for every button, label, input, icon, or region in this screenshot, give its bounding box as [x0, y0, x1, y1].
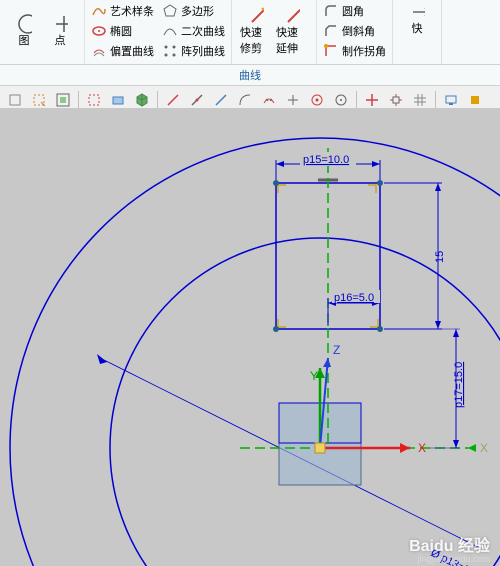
svg-text:X: X	[480, 441, 488, 455]
offset-curve-label: 偏置曲线	[110, 43, 154, 59]
dim-p15-group: p15=10.0	[276, 152, 380, 180]
spline-icon	[91, 3, 107, 19]
point-label: 点	[55, 32, 66, 48]
make-corner-button[interactable]: 制作拐角	[323, 42, 386, 60]
dim-side-group: 15	[384, 183, 446, 329]
svg-text:15: 15	[434, 251, 446, 263]
dim-p17-group: p17=15.0	[384, 329, 465, 448]
circle-icon	[16, 16, 32, 32]
svg-text:Y: Y	[310, 369, 318, 383]
chamfer-button[interactable]: 倒斜角	[323, 22, 386, 40]
outer-circle	[10, 138, 500, 566]
tb-sep-3	[356, 91, 357, 109]
fillet-label: 圆角	[342, 3, 364, 19]
watermark: Baidu 经验	[409, 532, 490, 556]
offset-curve-button[interactable]: 偏置曲线	[91, 42, 154, 60]
quick-trim-button[interactable]: 快速修剪	[238, 2, 274, 62]
pattern-icon	[162, 43, 178, 59]
tb-sep-1	[78, 91, 79, 109]
ribbon-group-label: 曲线	[0, 65, 500, 86]
tb-sep-2	[157, 91, 158, 109]
corner-icon	[323, 43, 339, 59]
art-spline-label: 艺术样条	[110, 3, 154, 19]
extend-icon	[284, 8, 300, 24]
polygon-icon	[162, 3, 178, 19]
conic-label: 二次曲线	[181, 23, 225, 39]
fast-button[interactable]: 快	[399, 2, 435, 38]
fillet-button[interactable]: 圆角	[323, 2, 386, 20]
ellipse-icon	[91, 23, 107, 39]
conic-icon	[162, 23, 178, 39]
ribbon: 图 点 艺术样条 椭圆 偏置曲线	[0, 0, 500, 65]
ellipse-button[interactable]: 椭圆	[91, 22, 154, 40]
drawing-canvas[interactable]: Ø p13=50.0 p15=10.0 p16=5.0	[0, 108, 500, 566]
ribbon-group-draw: 图 点	[0, 0, 85, 64]
fast-icon	[409, 4, 425, 20]
inner-circle	[110, 238, 500, 566]
quick-extend-label: 快速延伸	[276, 24, 308, 56]
tb-sep-4	[435, 91, 436, 109]
svg-text:p16=5.0: p16=5.0	[334, 292, 374, 304]
pattern-curve-button[interactable]: 阵列曲线	[162, 42, 225, 60]
offset-icon	[91, 43, 107, 59]
circle-tool-button[interactable]: 图	[6, 2, 42, 62]
art-spline-button[interactable]: 艺术样条	[91, 2, 154, 20]
polygon-label: 多边形	[181, 3, 214, 19]
trim-icon	[248, 8, 264, 24]
fillet-icon	[323, 3, 339, 19]
svg-text:p17=15.0: p17=15.0	[453, 362, 465, 408]
circle-label: 图	[19, 32, 30, 48]
ellipse-label: 椭圆	[110, 23, 132, 39]
sketch-svg: Ø p13=50.0 p15=10.0 p16=5.0	[0, 108, 500, 566]
watermark-sub: jingyan.baidu.com	[417, 554, 490, 564]
svg-text:Z: Z	[333, 343, 340, 357]
make-corner-label: 制作拐角	[342, 43, 386, 59]
ribbon-group-corners: 圆角 倒斜角 制作拐角	[317, 0, 393, 64]
point-tool-button[interactable]: 点	[42, 2, 78, 62]
ribbon-group-curves: 艺术样条 椭圆 偏置曲线 多边形 二次曲线 阵列曲线	[85, 0, 232, 64]
quick-extend-button[interactable]: 快速延伸	[274, 2, 310, 62]
fast-label: 快	[412, 20, 423, 36]
pattern-curve-label: 阵列曲线	[181, 43, 225, 59]
conic-button[interactable]: 二次曲线	[162, 22, 225, 40]
plus-icon	[52, 16, 68, 32]
polygon-button[interactable]: 多边形	[162, 2, 225, 20]
ribbon-group-fast: 快	[393, 0, 442, 64]
quick-trim-label: 快速修剪	[240, 24, 272, 56]
dim-p16-group: p16=5.0	[328, 290, 380, 326]
svg-text:X: X	[418, 441, 426, 455]
svg-text:p15=10.0: p15=10.0	[303, 154, 349, 166]
ribbon-group-trim: 快速修剪 快速延伸	[232, 0, 317, 64]
chamfer-icon	[323, 23, 339, 39]
chamfer-label: 倒斜角	[342, 23, 375, 39]
